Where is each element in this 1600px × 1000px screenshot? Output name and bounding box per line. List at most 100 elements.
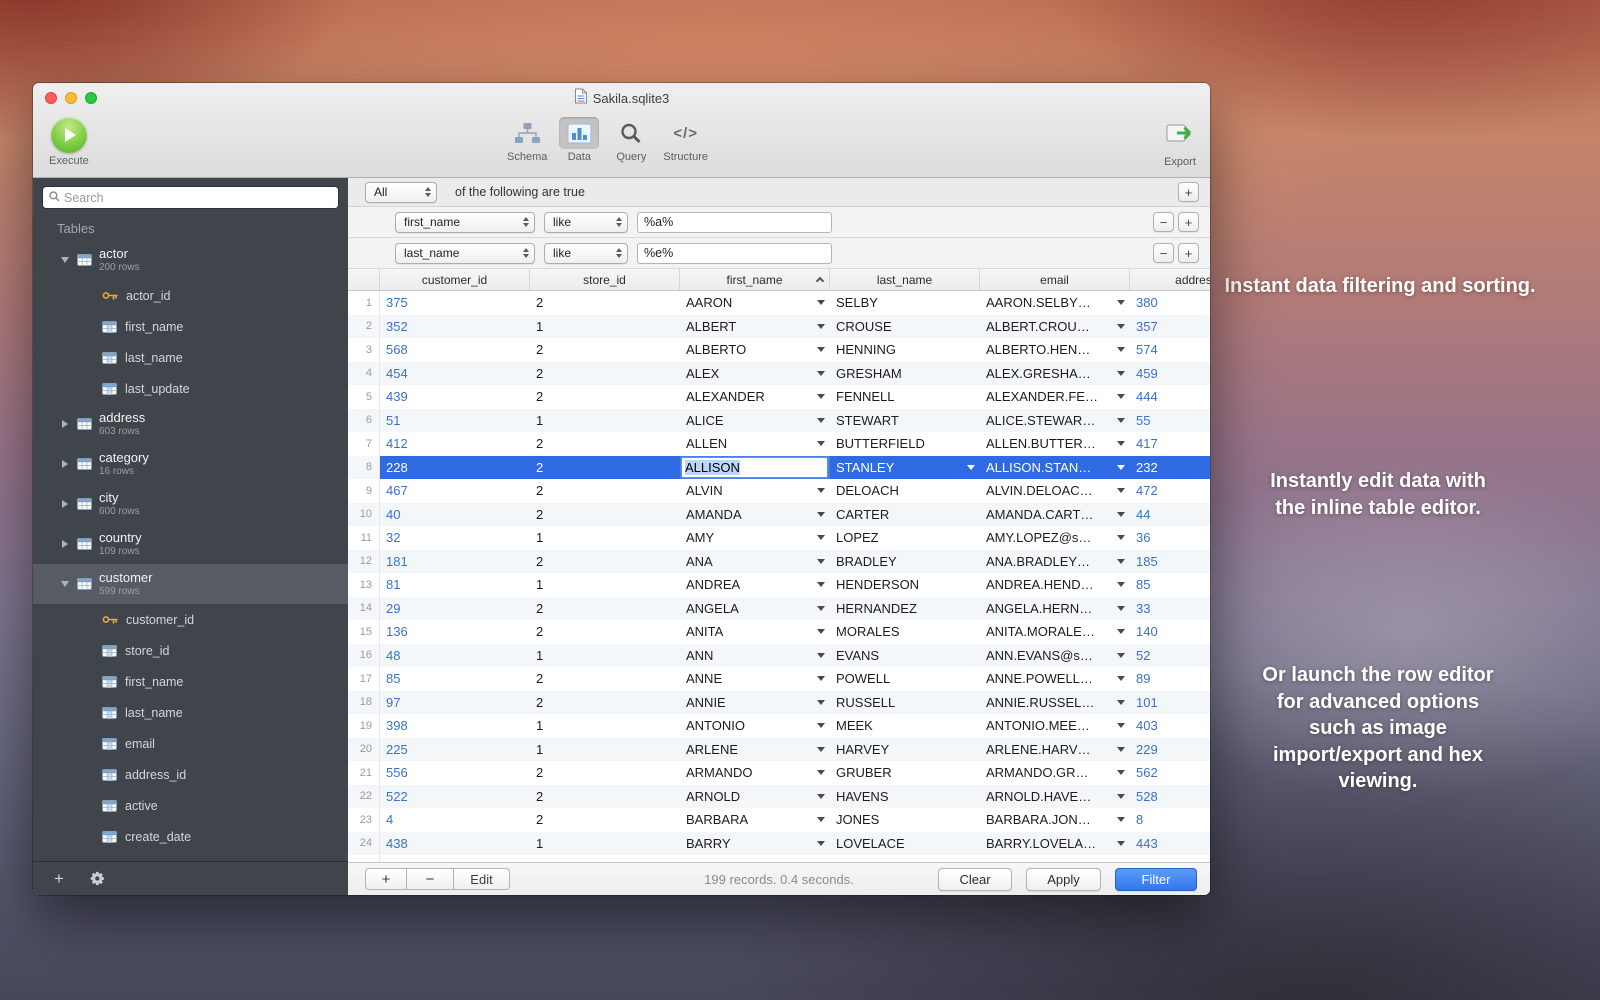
cell-last-name[interactable]: STANLEY: [830, 456, 980, 480]
cell-customer-id[interactable]: 454: [380, 362, 530, 386]
sidebar-column-store_id[interactable]: store_id: [33, 635, 348, 666]
sidebar-column-actor_id[interactable]: actor_id: [33, 280, 348, 311]
cell-expand-icon[interactable]: [1117, 324, 1125, 329]
cell-expand-icon[interactable]: [1117, 347, 1125, 352]
cell-email[interactable]: BARRY.LOVELA…: [980, 832, 1130, 856]
table-row[interactable]: 17852ANNEPOWELLANNE.POWELL…89: [348, 667, 1210, 691]
table-row[interactable]: 82282ALLISONSTANLEYALLISON.STAN…232: [348, 456, 1210, 480]
remove-record-button[interactable]: −: [407, 868, 454, 890]
table-row[interactable]: 11321AMYLOPEZAMY.LOPEZ@s…36: [348, 526, 1210, 550]
sidebar-column-first_name[interactable]: first_name: [33, 311, 348, 342]
cell-store-id[interactable]: 2: [530, 691, 680, 715]
cell-last-name[interactable]: CARTER: [830, 503, 980, 527]
match-mode-select[interactable]: All: [365, 182, 437, 203]
cell-email[interactable]: ANNIE.RUSSEL…: [980, 691, 1130, 715]
sidebar-table-city[interactable]: city600 rows: [33, 484, 348, 524]
column-header-last_name[interactable]: last_name: [830, 269, 980, 290]
cell-address-id[interactable]: 44: [1130, 503, 1210, 527]
cell-store-id[interactable]: 2: [530, 808, 680, 832]
cell-first-name[interactable]: ARMANDO: [680, 761, 830, 785]
cell-expand-icon[interactable]: [1117, 629, 1125, 634]
cell-last-name[interactable]: JONES: [830, 808, 980, 832]
cell-last-name[interactable]: GRUBER: [830, 761, 980, 785]
filter-field-select[interactable]: last_name: [395, 243, 535, 264]
toolbar-structure-button[interactable]: </>Structure: [657, 117, 714, 163]
inline-edit-field[interactable]: ALLISON: [681, 457, 828, 479]
add-filter-button[interactable]: +: [1178, 243, 1199, 263]
table-row[interactable]: 151362ANITAMORALESANITA.MORALE…140: [348, 620, 1210, 644]
cell-address-id[interactable]: 443: [1130, 832, 1210, 856]
cell-store-id[interactable]: 2: [530, 597, 680, 621]
cell-store-id[interactable]: 2: [530, 338, 680, 362]
cell-first-name[interactable]: BENJAMIN: [680, 855, 830, 862]
sidebar-column-create_date[interactable]: create_date: [33, 821, 348, 852]
remove-filter-button[interactable]: −: [1153, 212, 1174, 232]
cell-address-id[interactable]: 140: [1130, 620, 1210, 644]
cell-last-name[interactable]: LOPEZ: [830, 526, 980, 550]
cell-customer-id[interactable]: 225: [380, 738, 530, 762]
cell-customer-id[interactable]: 48: [380, 644, 530, 668]
cell-email[interactable]: ANDREA.HEND…: [980, 573, 1130, 597]
column-header-first_name[interactable]: first_name: [680, 269, 830, 290]
table-row[interactable]: 94672ALVINDELOACHALVIN.DELOAC…472: [348, 479, 1210, 503]
cell-address-id[interactable]: 528: [1130, 785, 1210, 809]
cell-last-name[interactable]: STEWART: [830, 409, 980, 433]
cell-store-id[interactable]: 2: [530, 620, 680, 644]
cell-expand-icon[interactable]: [1117, 371, 1125, 376]
table-row[interactable]: 252641BENJAMINVARNEYBENJAMIN.VA…269: [348, 855, 1210, 862]
cell-address-id[interactable]: 36: [1130, 526, 1210, 550]
cell-address-id[interactable]: 229: [1130, 738, 1210, 762]
cell-email[interactable]: ALBERT.CROU…: [980, 315, 1130, 339]
column-header-store_id[interactable]: store_id: [530, 269, 680, 290]
search-input[interactable]: [64, 191, 332, 205]
execute-button[interactable]: Execute: [49, 117, 89, 167]
cell-first-name[interactable]: AMANDA: [680, 503, 830, 527]
sidebar-column-last_name[interactable]: last_name: [33, 697, 348, 728]
apply-button[interactable]: Apply: [1026, 868, 1101, 891]
table-row[interactable]: 225222ARNOLDHAVENSARNOLD.HAVE…528: [348, 785, 1210, 809]
cell-last-name[interactable]: HARVEY: [830, 738, 980, 762]
sidebar-table-address[interactable]: address603 rows: [33, 404, 348, 444]
cell-expand-icon[interactable]: [817, 488, 825, 493]
table-row[interactable]: 10402AMANDACARTERAMANDA.CART…44: [348, 503, 1210, 527]
toolbar-data-button[interactable]: Data: [553, 117, 605, 163]
cell-expand-icon[interactable]: [1117, 488, 1125, 493]
cell-last-name[interactable]: LOVELACE: [830, 832, 980, 856]
add-filter-button[interactable]: +: [1178, 182, 1199, 202]
cell-address-id[interactable]: 55: [1130, 409, 1210, 433]
cell-address-id[interactable]: 459: [1130, 362, 1210, 386]
cell-last-name[interactable]: RUSSELL: [830, 691, 980, 715]
sidebar-column-last_name[interactable]: last_name: [33, 342, 348, 373]
cell-first-name[interactable]: ALVIN: [680, 479, 830, 503]
cell-email[interactable]: AMANDA.CART…: [980, 503, 1130, 527]
export-button[interactable]: Export: [1164, 117, 1196, 168]
table-row[interactable]: 6511ALICESTEWARTALICE.STEWAR…55: [348, 409, 1210, 433]
cell-expand-icon[interactable]: [817, 606, 825, 611]
cell-customer-id[interactable]: 439: [380, 385, 530, 409]
cell-store-id[interactable]: 1: [530, 573, 680, 597]
cell-address-id[interactable]: 562: [1130, 761, 1210, 785]
cell-expand-icon[interactable]: [817, 653, 825, 658]
cell-address-id[interactable]: 403: [1130, 714, 1210, 738]
cell-expand-icon[interactable]: [817, 700, 825, 705]
cell-last-name[interactable]: MORALES: [830, 620, 980, 644]
add-record-button[interactable]: +: [365, 868, 407, 890]
cell-expand-icon[interactable]: [817, 794, 825, 799]
cell-expand-icon[interactable]: [1117, 676, 1125, 681]
cell-first-name[interactable]: ANGELA: [680, 597, 830, 621]
cell-last-name[interactable]: HERNANDEZ: [830, 597, 980, 621]
table-row[interactable]: 14292ANGELAHERNANDEZANGELA.HERN…33: [348, 597, 1210, 621]
cell-customer-id[interactable]: 81: [380, 573, 530, 597]
filter-value-input[interactable]: [637, 243, 832, 264]
cell-last-name[interactable]: BUTTERFIELD: [830, 432, 980, 456]
disclosure-right-icon[interactable]: [60, 420, 70, 428]
cell-email[interactable]: AMY.LOPEZ@s…: [980, 526, 1130, 550]
sidebar-column-active[interactable]: active: [33, 790, 348, 821]
cell-address-id[interactable]: 444: [1130, 385, 1210, 409]
cell-store-id[interactable]: 2: [530, 550, 680, 574]
cell-expand-icon[interactable]: [1117, 747, 1125, 752]
cell-expand-icon[interactable]: [817, 418, 825, 423]
cell-store-id[interactable]: 2: [530, 785, 680, 809]
cell-expand-icon[interactable]: [817, 324, 825, 329]
cell-customer-id[interactable]: 398: [380, 714, 530, 738]
